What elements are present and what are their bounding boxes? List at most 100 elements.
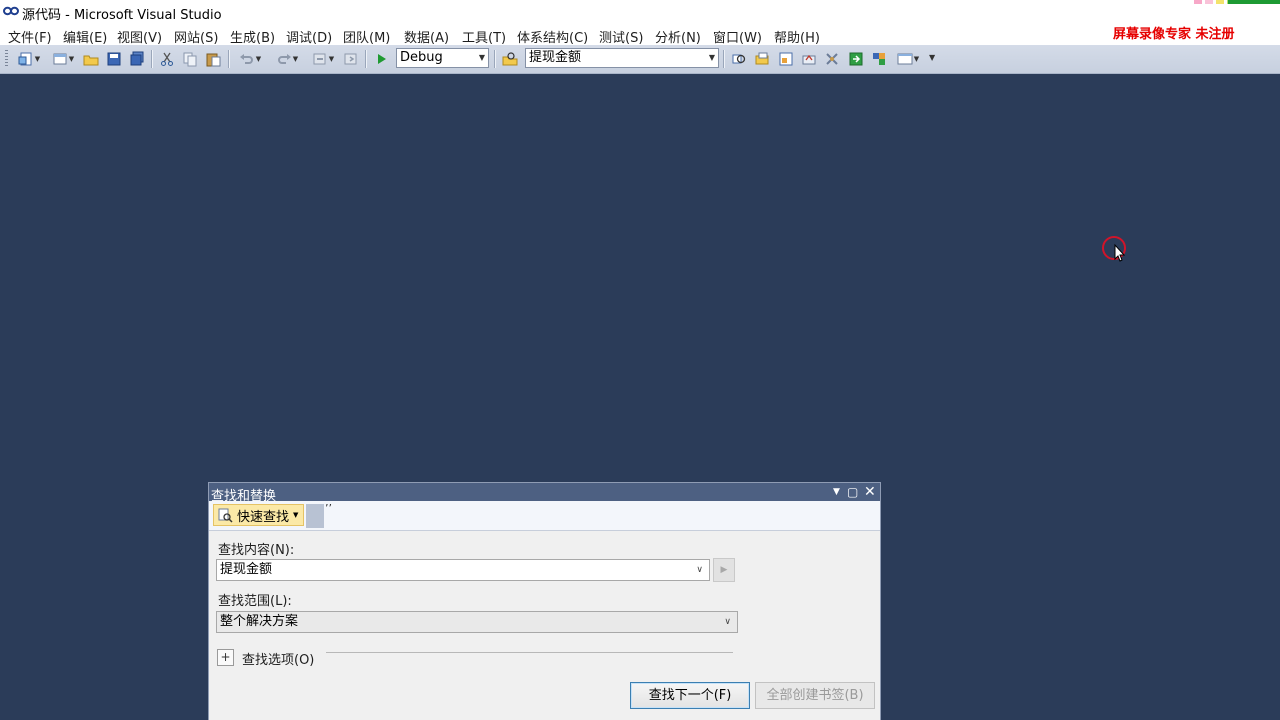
chevron-down-icon: ▼: [34, 55, 41, 63]
menu-analyze[interactable]: 分析(N): [655, 27, 701, 46]
paste-button[interactable]: [203, 50, 223, 68]
copy-icon: [183, 52, 197, 67]
navigate-forward-button[interactable]: [341, 50, 361, 68]
menu-view[interactable]: 视图(V): [117, 27, 162, 46]
quick-find-button[interactable]: 快速查找 ▼: [213, 504, 305, 526]
open-file-button[interactable]: [81, 50, 101, 68]
find-replace-dialog: 查找和替换 ▼ ▢ ✕ 快速查找 ▼ ʼʼ 查找内容(N): 提现金额 ∨ ▶ …: [208, 482, 881, 720]
undo-button[interactable]: ▼: [234, 50, 266, 68]
find-combo-value: 提现金额: [529, 50, 582, 65]
solution-configuration-dropdown[interactable]: Debug ▼: [396, 48, 489, 68]
properties-button[interactable]: [752, 50, 772, 68]
chevron-down-icon: ▼: [708, 53, 715, 62]
cut-icon: [161, 52, 173, 66]
solution-configuration-value: Debug: [400, 50, 443, 65]
menu-tools[interactable]: 工具(T): [462, 27, 506, 46]
close-icon[interactable]: ✕: [864, 484, 876, 500]
undo-icon: [239, 54, 253, 64]
find-next-label: 查找下一个(F): [648, 688, 732, 703]
toolbox-icon: [802, 54, 816, 65]
menu-debug[interactable]: 调试(D): [286, 27, 332, 46]
window-position-icon[interactable]: ▼: [833, 484, 840, 500]
menu-architecture[interactable]: 体系结构(C): [517, 27, 588, 46]
redo-icon: [277, 54, 291, 64]
quick-replace-button[interactable]: [306, 504, 324, 528]
toolbar-separator: [228, 50, 230, 68]
bookmark-all-button[interactable]: 全部创建书签(B): [755, 682, 875, 709]
menu-build[interactable]: 生成(B): [230, 27, 275, 46]
expand-options-button[interactable]: +: [217, 649, 234, 666]
copy-button[interactable]: [180, 50, 200, 68]
solution-explorer-button[interactable]: [729, 50, 749, 68]
save-icon: [107, 52, 121, 66]
find-options-label: 查找选项(O): [242, 653, 315, 668]
find-in-files-icon: [502, 52, 518, 66]
toolbox-button[interactable]: [799, 50, 819, 68]
save-all-icon: [130, 51, 144, 66]
plus-icon: +: [220, 650, 231, 664]
toolbar-overflow-icon[interactable]: ʼʼ: [325, 502, 332, 515]
menu-window[interactable]: 窗口(W): [713, 27, 762, 46]
menu-file[interactable]: 文件(F): [8, 27, 52, 46]
save-button[interactable]: [104, 50, 124, 68]
title-bar: 源代码 - Microsoft Visual Studio: [0, 0, 1280, 24]
toolbar-separator: [494, 50, 496, 68]
chevron-down-icon: ▼: [328, 55, 335, 63]
navigate-backward-icon: [313, 53, 326, 65]
save-all-button[interactable]: [127, 50, 147, 68]
look-in-dropdown[interactable]: 整个解决方案 ∨: [216, 611, 738, 633]
bookmark-all-label: 全部创建书签(B): [766, 688, 864, 703]
find-in-files-button[interactable]: [500, 50, 520, 68]
options-divider: [326, 652, 733, 653]
find-next-button[interactable]: 查找下一个(F): [630, 682, 750, 709]
start-page-button[interactable]: [846, 50, 866, 68]
output-button[interactable]: ▼: [893, 50, 923, 68]
paste-icon: [206, 53, 221, 67]
menu-test[interactable]: 测试(S): [599, 27, 643, 46]
find-options-arrow-button[interactable]: ▶: [713, 558, 735, 582]
team-explorer-button[interactable]: [822, 50, 842, 68]
start-debugging-button[interactable]: [371, 50, 391, 68]
start-debugging-icon: [378, 54, 386, 64]
find-what-value: 提现金额: [220, 562, 273, 577]
object-browser-button[interactable]: [776, 50, 796, 68]
toolbar-grip[interactable]: [5, 50, 8, 68]
menu-website[interactable]: 网站(S): [174, 27, 218, 46]
look-in-label: 查找范围(L):: [218, 594, 292, 609]
quick-find-icon: [218, 508, 233, 523]
menu-bar: 文件(F) 编辑(E) 视图(V) 网站(S) 生成(B) 调试(D) 团队(M…: [0, 24, 1280, 46]
redo-button[interactable]: ▼: [271, 50, 303, 68]
find-what-input[interactable]: 提现金额 ∨: [216, 559, 710, 581]
menu-help[interactable]: 帮助(H): [774, 27, 820, 46]
chevron-down-icon: ▼: [68, 55, 75, 63]
cut-button[interactable]: [157, 50, 177, 68]
navigate-forward-icon: [344, 53, 357, 65]
find-replace-titlebar[interactable]: 查找和替换 ▼ ▢ ✕: [209, 483, 880, 504]
chevron-down-icon: ▼: [293, 511, 299, 519]
menu-edit[interactable]: 编辑(E): [63, 27, 107, 46]
navigate-backward-button[interactable]: ▼: [308, 50, 338, 68]
new-project-button[interactable]: ▼: [13, 50, 45, 68]
chevron-down-icon: ▼: [913, 55, 920, 63]
class-view-icon: [873, 53, 885, 65]
find-combo[interactable]: 提现金额 ▼: [525, 48, 719, 68]
menu-data[interactable]: 数据(A): [404, 27, 449, 46]
maximize-icon[interactable]: ▢: [847, 484, 858, 500]
add-item-button[interactable]: ▼: [48, 50, 78, 68]
visual-studio-logo-icon: [3, 6, 19, 16]
output-icon: [897, 53, 913, 65]
mouse-cursor-icon: [1102, 236, 1126, 262]
toolbar-overflow-icon[interactable]: ▼: [929, 53, 935, 62]
chevron-down-icon: ▼: [292, 55, 299, 63]
recorder-status-bar: [1228, 0, 1280, 4]
find-what-label: 查找内容(N):: [218, 543, 295, 558]
toolbar-separator: [151, 50, 153, 68]
chevron-down-icon: ▼: [255, 55, 262, 63]
start-page-icon: [849, 52, 863, 66]
menu-team[interactable]: 团队(M): [343, 27, 390, 46]
team-explorer-icon: [826, 53, 838, 65]
play-icon: ▶: [720, 565, 728, 575]
class-view-button[interactable]: [869, 50, 889, 68]
window-title: 源代码 - Microsoft Visual Studio: [22, 8, 222, 23]
quick-find-label: 快速查找: [237, 509, 290, 525]
